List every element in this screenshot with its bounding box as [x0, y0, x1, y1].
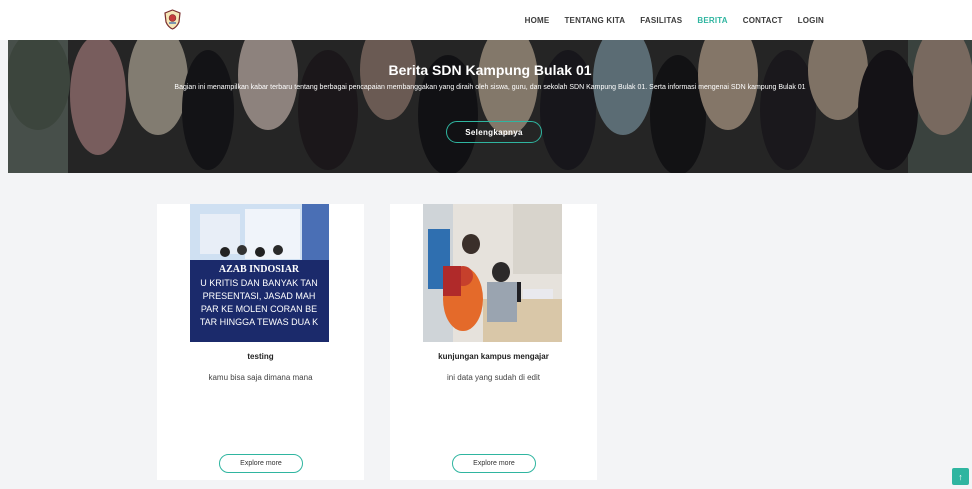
hero-title: Berita SDN Kampung Bulak 01: [388, 62, 592, 78]
arrow-up-icon: ↑: [958, 471, 963, 482]
hero-overlay: [8, 40, 972, 173]
news-card: AZAB INDOSIAR U KRITIS DAN BANYAK TAN PR…: [157, 204, 364, 480]
news-card-description: kamu bisa saja dimana mana: [208, 373, 313, 382]
news-card-image: [423, 204, 562, 342]
news-card-title: kunjungan kampus mengajar: [438, 352, 549, 361]
svg-text:PRESENTASI, JASAD MAH: PRESENTASI, JASAD MAH: [203, 291, 316, 301]
nav-tentang-kita[interactable]: TENTANG KITA: [564, 16, 625, 25]
news-card-title: testing: [247, 352, 274, 361]
school-logo-icon[interactable]: [164, 9, 181, 30]
scroll-top-button[interactable]: ↑: [952, 468, 969, 485]
svg-text:U KRITIS DAN BANYAK TAN: U KRITIS DAN BANYAK TAN: [200, 278, 318, 288]
explore-more-button[interactable]: Explore more: [219, 454, 303, 473]
navbar: HOME TENTANG KITA FASILITAS BERITA CONTA…: [0, 0, 972, 40]
news-card-image: AZAB INDOSIAR U KRITIS DAN BANYAK TAN PR…: [190, 204, 329, 342]
explore-more-button[interactable]: Explore more: [452, 454, 536, 473]
nav-contact[interactable]: CONTACT: [743, 16, 783, 25]
svg-text:PAR KE MOLEN CORAN BE: PAR KE MOLEN CORAN BE: [201, 304, 317, 314]
hero-banner: Berita SDN Kampung Bulak 01 Bagian ini m…: [8, 40, 972, 173]
nav-home[interactable]: HOME: [525, 16, 550, 25]
news-card: kunjungan kampus mengajar ini data yang …: [390, 204, 597, 480]
azab-brand-text: AZAB INDOSIAR: [219, 264, 300, 275]
nav-login[interactable]: LOGIN: [798, 16, 824, 25]
main-nav: HOME TENTANG KITA FASILITAS BERITA CONTA…: [525, 0, 824, 40]
news-thumbnail-azab: AZAB INDOSIAR U KRITIS DAN BANYAK TAN PR…: [190, 204, 329, 342]
nav-berita[interactable]: BERITA: [697, 16, 727, 25]
nav-fasilitas[interactable]: FASILITAS: [640, 16, 682, 25]
svg-text:TAR HINGGA TEWAS DUA K: TAR HINGGA TEWAS DUA K: [200, 317, 318, 327]
news-thumbnail-kampus-mengajar: [423, 204, 562, 342]
hero-description: Bagian ini menampilkan kabar terbaru ten…: [174, 84, 806, 91]
selengkapnya-button[interactable]: Selengkapnya: [446, 121, 542, 143]
news-card-description: ini data yang sudah di edit: [447, 373, 540, 382]
